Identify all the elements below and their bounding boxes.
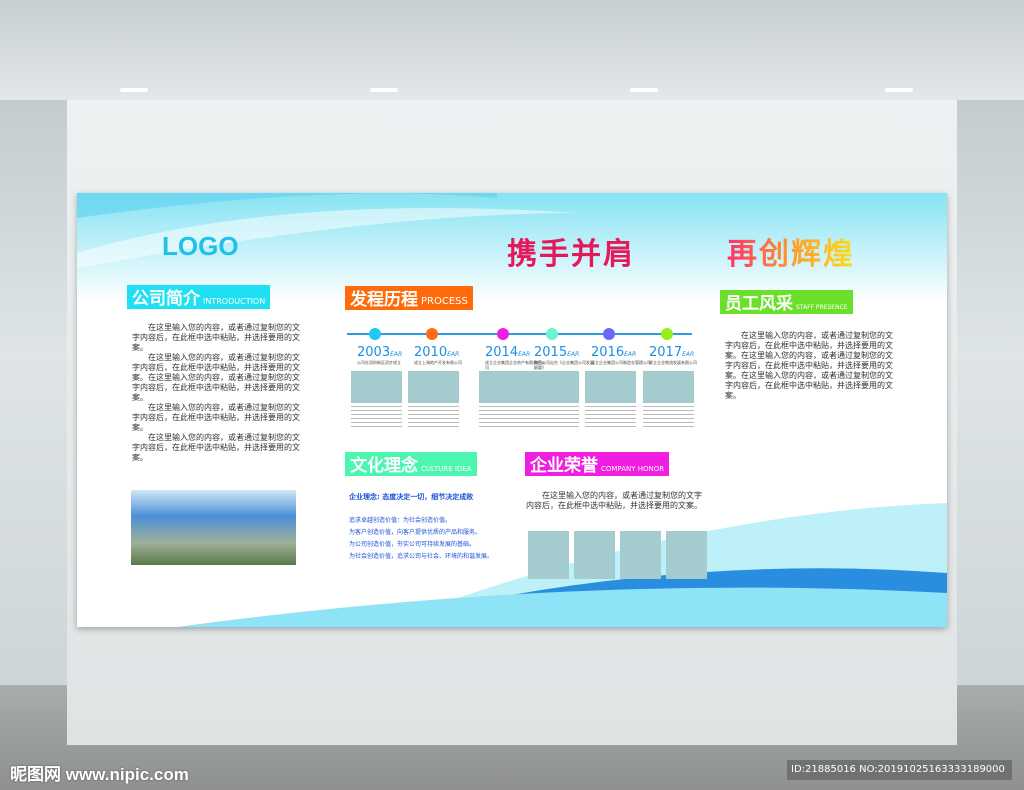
culture-value: 为客户创造价值，向客户提供优质的产品和服务。: [349, 529, 482, 536]
milestone-caption: 成立企业集团公司制造业管理公司: [591, 360, 651, 365]
milestone-year: 2003: [357, 345, 391, 360]
year-suffix: EAR: [390, 351, 403, 358]
milestone-year: 2016: [591, 345, 625, 360]
process-subtitle: PROCESS: [421, 296, 468, 307]
staff-subtitle: STAFF PRESENCE: [796, 304, 848, 311]
timeline-dot: [497, 328, 509, 340]
culture-value: 追求卓越创造价值：为社会创造价值。: [349, 517, 452, 524]
milestone-year: 2010: [414, 345, 448, 360]
milestone-year: 2014: [485, 345, 519, 360]
honor-text: 在这里输入您的内容，或者通过复制您的文字内容后，在此框中选中粘贴，并选择要用的文…: [526, 491, 702, 510]
honor-photo: [666, 531, 707, 579]
year-suffix: EAR: [518, 351, 531, 358]
slogan-right: 再创辉煌: [727, 229, 855, 273]
staff-title: 员工风采: [725, 294, 793, 314]
honor-header: 企业荣誉 COMPANY HONOR: [525, 452, 670, 476]
honor-subtitle: COMPANY HONOR: [601, 465, 665, 473]
milestone-photo: [528, 371, 579, 403]
intro-title: 公司简介: [132, 289, 200, 309]
milestone-text-lines: [585, 406, 636, 428]
timeline-dot: [369, 328, 381, 340]
milestone-text-lines: [408, 406, 459, 428]
intro-header: 公司简介 INTRODUCTION: [127, 285, 271, 309]
honor-photo: [620, 531, 661, 579]
milestone-year: 2017: [649, 345, 683, 360]
milestone-photo: [643, 371, 694, 403]
milestone-photo: [479, 371, 530, 403]
ceiling-light: [630, 88, 658, 92]
culture-subtitle: CULTURE IDEA: [421, 465, 472, 473]
culture-value: 为公司创造价值，夯实公司可持续发展的基础。: [349, 541, 476, 548]
timeline-line: [347, 333, 692, 335]
timeline-milestone: 2010EAR 成立上海地产开发有限公司: [414, 345, 474, 365]
year-suffix: EAR: [682, 351, 695, 358]
timeline-milestone: 2015EAR 集团公司出台《企业集团公司发展纲要》: [534, 345, 594, 370]
watermark-id: ID:21885016 NO:20191025163333189000: [787, 760, 1012, 780]
intro-paragraph: 在这里输入您的内容，或者通过复制您的文字内容后，在此框中选中粘贴，并选择要用的文…: [132, 323, 300, 352]
display-board: LOGO 携手并肩 再创辉煌 公司简介 INTRODUCTION 在这里输入您的…: [77, 193, 947, 627]
slogan-left: 携手并肩: [507, 237, 635, 272]
honor-photo: [574, 531, 615, 579]
intro-subtitle: INTRODUCTION: [203, 297, 266, 306]
timeline-dot: [661, 328, 673, 340]
process-title: 发程历程: [350, 290, 418, 310]
intro-paragraph: 在这里输入您的内容，或者通过复制您的文字内容后，在此框中选中粘贴，并选择要用的文…: [132, 353, 300, 402]
factory-photo: [131, 490, 296, 565]
year-suffix: EAR: [624, 351, 637, 358]
milestone-photo: [585, 371, 636, 403]
culture-header: 文化理念 CULTURE IDEA: [345, 452, 477, 476]
honor-photo: [528, 531, 569, 579]
milestone-photo: [408, 371, 459, 403]
milestone-caption: 成立企业物流发展有限公司: [649, 360, 697, 365]
intro-paragraph: 在这里输入您的内容，或者通过复制您的文字内容后，在此框中选中粘贴，并选择要用的文…: [132, 403, 300, 432]
staff-header: 员工风采 STAFF PRESENCE: [720, 290, 853, 314]
milestone-year: 2015: [534, 345, 568, 360]
timeline-dot: [426, 328, 438, 340]
timeline-dot: [546, 328, 558, 340]
milestone-text-lines: [351, 406, 402, 428]
timeline-dot: [603, 328, 615, 340]
milestone-caption: 公司在深圳新区初步成立: [357, 360, 401, 365]
ceiling: [0, 0, 1024, 100]
intro-paragraph: 在这里输入您的内容，或者通过复制您的文字内容后，在此框中选中粘贴，并选择要用的文…: [132, 433, 300, 462]
year-suffix: EAR: [567, 351, 580, 358]
ceiling-light: [370, 88, 398, 92]
timeline-milestone: 2016EAR 成立企业集团公司制造业管理公司: [591, 345, 651, 365]
honor-title: 企业荣誉: [530, 456, 598, 476]
culture-values: 追求卓越创造价值：为社会创造价值。 为客户创造价值，向客户提供优质的产品和服务。…: [349, 515, 493, 563]
staff-text: 在这里输入您的内容，或者通过复制您的文字内容后，在此框中选中粘贴，并选择要用的文…: [725, 331, 893, 400]
ceiling-light: [885, 88, 913, 92]
ceiling-light: [120, 88, 148, 92]
process-header: 发程历程 PROCESS: [345, 286, 473, 310]
culture-motto: 企业理念: 态度决定一切，细节决定成败: [349, 493, 474, 501]
milestone-text-lines: [528, 406, 579, 428]
timeline-milestone: 2003EAR 公司在深圳新区初步成立: [357, 345, 417, 365]
intro-text: 在这里输入您的内容，或者通过复制您的文字内容后，在此框中选中粘贴，并选择要用的文…: [132, 323, 300, 463]
logo: LOGO: [162, 231, 239, 261]
year-suffix: EAR: [447, 351, 460, 358]
culture-title: 文化理念: [350, 456, 418, 476]
milestone-caption: 成立上海地产开发有限公司: [414, 360, 462, 365]
watermark-site: 昵图网 www.nipic.com: [10, 765, 189, 784]
timeline-milestone: 2017EAR 成立企业物流发展有限公司: [649, 345, 709, 365]
culture-value: 为社会创造价值，追求公司与社会、环境的和谐发展。: [349, 553, 494, 560]
milestone-text-lines: [479, 406, 530, 428]
milestone-photo: [351, 371, 402, 403]
milestone-caption: 集团公司出台《企业集团公司发展纲要》: [534, 360, 594, 370]
milestone-text-lines: [643, 406, 694, 428]
